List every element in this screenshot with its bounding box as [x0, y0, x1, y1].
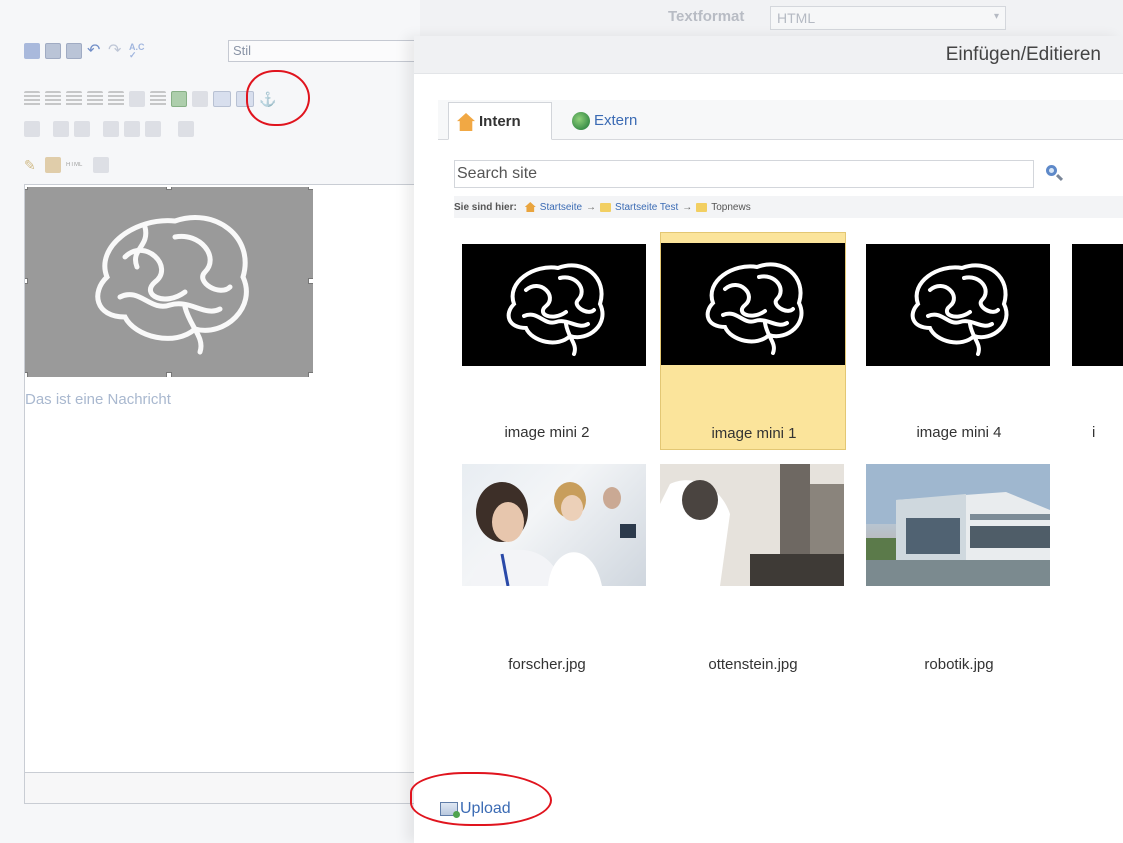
editor-status-bar — [24, 772, 424, 804]
insert-image-icon[interactable] — [171, 91, 187, 107]
globe-icon — [572, 112, 590, 130]
grid-item-partial[interactable]: i — [1072, 232, 1123, 450]
annotation-circle-image-button — [246, 70, 310, 126]
toolbar-row-2: ⚓ — [24, 88, 276, 110]
annotation-circle-upload — [410, 772, 552, 826]
search-button[interactable] — [1044, 164, 1064, 184]
breadcrumb-item-topnews: Topnews — [711, 201, 751, 213]
spellcheck-icon[interactable]: A.C ✓ — [129, 43, 145, 60]
folder-icon — [696, 202, 708, 212]
folder-icon — [600, 202, 612, 212]
fullscreen-icon[interactable] — [93, 157, 109, 173]
edit-icon[interactable] — [24, 121, 40, 137]
bulleted-list-icon[interactable] — [66, 91, 82, 107]
photo-thumbnail — [866, 464, 1050, 586]
resize-handle-ne[interactable] — [308, 187, 313, 190]
arrow-right-icon: → — [682, 201, 693, 213]
table-icon[interactable] — [53, 121, 69, 137]
numbered-list-icon[interactable] — [87, 91, 103, 107]
paste-word-icon[interactable] — [66, 43, 82, 59]
breadcrumb: Sie sind hier: Startseite → Startseite T… — [454, 196, 1123, 218]
insert-edit-dialog: Einfügen/Editieren Intern Extern Sie sin… — [414, 36, 1123, 843]
grid-item[interactable]: image mini 2 — [454, 232, 646, 450]
resize-handle-w[interactable] — [25, 278, 28, 284]
justify-icon[interactable] — [45, 91, 61, 107]
toolbar-row-1: ↶ ↷ A.C ✓ — [24, 40, 145, 62]
grid-item[interactable]: forscher.jpg — [454, 464, 646, 682]
align-left-icon[interactable] — [24, 91, 40, 107]
spell-icon[interactable] — [178, 121, 194, 137]
resize-handle-nw[interactable] — [25, 187, 28, 190]
brain-thumbnail — [866, 244, 1050, 366]
rich-text-editor: ↶ ↷ A.C ✓ Stil ⚓ ✎ HTML Das ist eine Nac… — [0, 0, 424, 843]
resize-handle-e[interactable] — [308, 278, 313, 284]
item-caption: robotik.jpg — [924, 656, 994, 673]
breadcrumb-item-startseite-test[interactable]: Startseite Test — [615, 202, 678, 213]
item-caption: image mini 1 — [711, 425, 797, 442]
table-row-icon[interactable] — [74, 121, 90, 137]
tab-extern[interactable]: Extern — [564, 102, 664, 140]
outdent-icon[interactable] — [129, 91, 145, 107]
grid-item[interactable]: image mini 4 — [866, 232, 1052, 450]
resize-handle-sw[interactable] — [25, 372, 28, 377]
blockquote-icon[interactable] — [150, 91, 166, 107]
subscript-icon[interactable] — [103, 121, 119, 137]
item-caption: image mini 4 — [916, 424, 1002, 441]
tab-bar: Intern Extern — [438, 100, 1123, 140]
style-select[interactable]: Stil — [228, 40, 418, 62]
search-icon — [1046, 165, 1057, 176]
grid-item[interactable]: ottenstein.jpg — [660, 464, 846, 682]
special-char-icon[interactable] — [145, 121, 161, 137]
tab-extern-label: Extern — [594, 112, 638, 129]
brain-image — [25, 187, 313, 377]
tab-intern[interactable]: Intern — [448, 102, 552, 140]
toolbar-row-4: ✎ HTML — [24, 154, 109, 176]
save-icon[interactable] — [24, 43, 40, 59]
arrow-right-icon: → — [586, 201, 597, 213]
home-icon — [457, 113, 475, 131]
chevron-down-icon: ▾ — [993, 11, 999, 22]
intern-panel: Sie sind hier: Startseite → Startseite T… — [438, 140, 1123, 820]
resize-handle-n[interactable] — [166, 187, 172, 190]
paste-text-icon[interactable] — [45, 43, 61, 59]
html-source-icon[interactable] — [45, 157, 61, 173]
breadcrumb-label: Sie sind hier: — [454, 201, 517, 213]
tab-intern-label: Intern — [479, 113, 521, 130]
resize-handle-se[interactable] — [308, 372, 313, 377]
brain-thumbnail — [661, 243, 845, 365]
item-caption: i — [1092, 424, 1096, 441]
grid-item[interactable]: robotik.jpg — [866, 464, 1052, 682]
breadcrumb-item-startseite[interactable]: Startseite — [540, 202, 582, 213]
search-input[interactable] — [454, 160, 1034, 188]
dialog-title: Einfügen/Editieren — [945, 44, 1101, 65]
html-badge[interactable]: HTML — [66, 157, 88, 173]
photo-thumbnail — [660, 464, 844, 586]
indent-icon[interactable] — [108, 91, 124, 107]
item-caption: image mini 2 — [504, 424, 590, 441]
textformat-select[interactable]: HTML ▾ — [770, 6, 1006, 30]
editor-content-area[interactable]: Das ist eine Nachricht — [24, 184, 424, 804]
brain-thumbnail — [462, 244, 646, 366]
textformat-value: HTML — [777, 10, 816, 26]
link-icon[interactable] — [213, 91, 231, 107]
toolbar-row-3 — [24, 118, 194, 140]
cleanup-icon[interactable]: ✎ — [24, 157, 40, 173]
undo-icon[interactable]: ↶ — [87, 43, 103, 59]
flash-icon[interactable] — [192, 91, 208, 107]
content-paragraph[interactable]: Das ist eine Nachricht — [25, 391, 171, 408]
photo-thumbnail — [462, 464, 646, 586]
textformat-bar: Textformat HTML ▾ — [420, 0, 1123, 36]
superscript-icon[interactable] — [124, 121, 140, 137]
item-caption: ottenstein.jpg — [708, 656, 798, 673]
home-icon — [524, 202, 536, 212]
image-grid: image mini 2 image mini 1 image mini 4 i… — [454, 232, 1123, 792]
textformat-label: Textformat — [668, 8, 745, 25]
resize-handle-s[interactable] — [166, 372, 172, 377]
selected-image[interactable] — [25, 187, 313, 377]
redo-icon[interactable]: ↷ — [108, 43, 124, 59]
item-caption: forscher.jpg — [508, 656, 586, 673]
grid-item-selected[interactable]: image mini 1 — [660, 232, 846, 450]
dialog-header: Einfügen/Editieren — [414, 36, 1123, 74]
brain-thumbnail — [1072, 244, 1123, 366]
